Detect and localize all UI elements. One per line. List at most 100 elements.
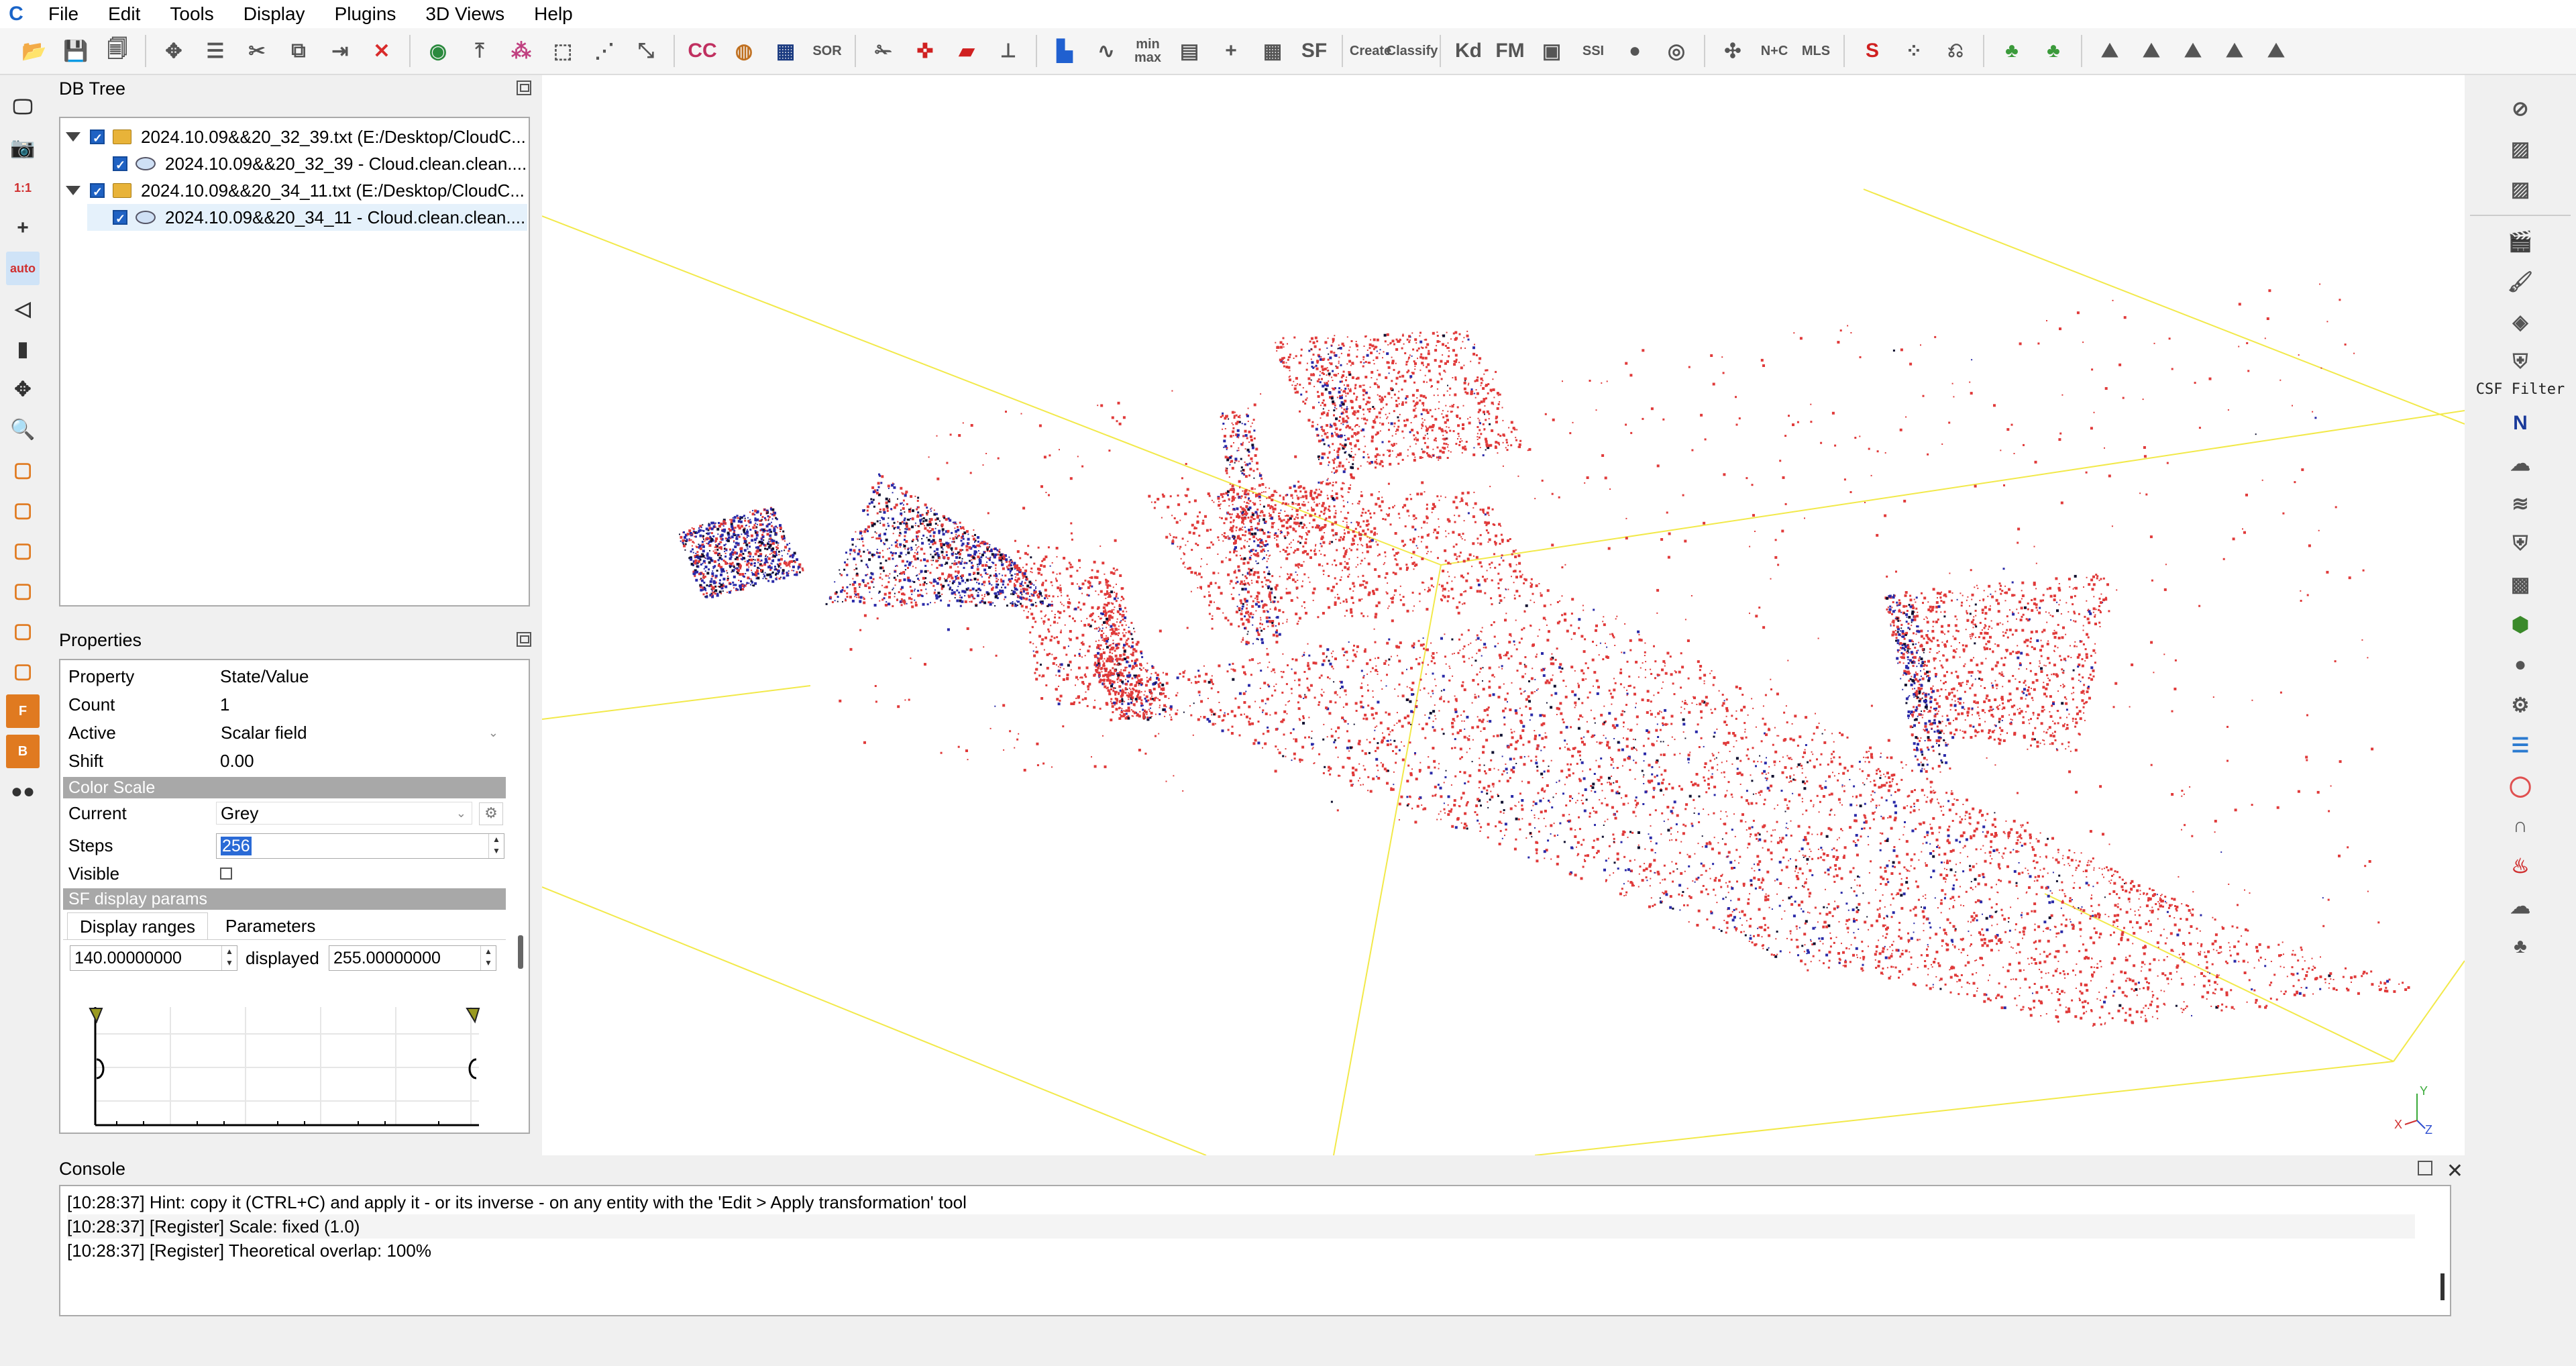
sample-icon[interactable]: ⬚ [546, 34, 580, 68]
properties-scrollbar[interactable] [518, 935, 523, 969]
menu-edit[interactable]: Edit [93, 0, 155, 28]
save-icon[interactable]: 💾 [59, 34, 93, 68]
mountain-5-icon[interactable]: ⛰ [2259, 34, 2293, 68]
merge-icon[interactable]: ⧉ [282, 34, 315, 68]
front-iso-icon[interactable]: F [6, 694, 40, 728]
light-icon[interactable]: ▮ [6, 332, 40, 366]
spin-arrows-icon[interactable]: ▲ ▼ [480, 946, 496, 970]
tab-parameters[interactable]: Parameters [213, 912, 327, 939]
spin-arrows-icon[interactable]: ▲ ▼ [488, 834, 504, 858]
menu-tools[interactable]: Tools [155, 0, 228, 28]
open-icon[interactable]: 📂 [17, 34, 51, 68]
histogram-chart[interactable] [63, 980, 506, 1132]
visibility-checkbox[interactable] [113, 205, 127, 232]
mountain-4-icon[interactable]: ⛰ [2218, 34, 2251, 68]
expand-arrow-icon[interactable] [66, 186, 80, 195]
view-top-icon[interactable]: ▢ [6, 453, 40, 486]
view-right-icon[interactable]: ▢ [6, 614, 40, 647]
visible-checkbox[interactable] [220, 868, 232, 880]
save-all-icon[interactable]: 🗐 [101, 34, 134, 68]
rgb-icon[interactable]: ◉ [421, 34, 455, 68]
point-cloud-canvas[interactable]: Y X Z [542, 75, 2465, 1155]
3d-viewer[interactable]: Y X Z [542, 75, 2465, 1155]
globe-icon[interactable]: ◎ [1660, 34, 1693, 68]
normals-icon[interactable]: ⤒ [463, 34, 496, 68]
fullscreen-icon[interactable]: 🖵 [6, 91, 40, 124]
scissors-icon[interactable]: ✁ [867, 34, 900, 68]
export-icon[interactable]: ⇥ [323, 34, 357, 68]
facets-icon[interactable]: ▣ [1535, 34, 1568, 68]
mountain-1-icon[interactable]: ⛰ [2093, 34, 2127, 68]
checker-icon[interactable]: ▦ [769, 34, 802, 68]
add-icon[interactable]: + [1214, 34, 1248, 68]
menu-plugins[interactable]: Plugins [320, 0, 411, 28]
camera-icon[interactable]: 📷 [6, 131, 40, 164]
puzzle-icon[interactable]: ✣ [1716, 34, 1750, 68]
back-iso-icon[interactable]: B [6, 735, 40, 768]
mountain-2-icon[interactable]: ⛰ [2135, 34, 2168, 68]
calculator-icon[interactable]: ▦ [1256, 34, 1289, 68]
range-min-spinbox[interactable]: 140.00000000 ▲ ▼ [70, 945, 237, 971]
menu-3d-views[interactable]: 3D Views [411, 0, 519, 28]
wrap-icon[interactable]: ⎌ [1939, 34, 1972, 68]
menu-display[interactable]: Display [229, 0, 320, 28]
sf-icon[interactable]: SF [1297, 34, 1331, 68]
visibility-checkbox[interactable] [90, 125, 105, 152]
view-left-icon[interactable]: ▢ [6, 533, 40, 567]
view-front-icon[interactable]: ▢ [6, 493, 40, 527]
spin-arrows-icon[interactable]: ▲ ▼ [221, 946, 237, 970]
color-scale-select[interactable]: Grey ⌄ [216, 802, 472, 825]
db-tree[interactable]: 2024.10.09&&20_32_39.txt (E:/Desktop/Clo… [59, 117, 530, 607]
menu-help[interactable]: Help [519, 0, 588, 28]
move-icon[interactable]: ✥ [6, 372, 40, 406]
curve-icon[interactable]: ∿ [1089, 34, 1123, 68]
float-panel-icon[interactable] [517, 81, 531, 95]
stereo-icon[interactable]: ●● [6, 775, 40, 808]
tab-display-ranges[interactable]: Display ranges [67, 912, 208, 940]
range-max-spinbox[interactable]: 255.00000000 ▲ ▼ [329, 945, 496, 971]
delete-icon[interactable]: ✕ [365, 34, 398, 68]
pivot-icon[interactable]: + [6, 211, 40, 245]
tree-item-cloud[interactable]: 2024.10.09&&20_34_11 - Cloud.clean.clean… [87, 204, 527, 232]
fm-icon[interactable]: FM [1493, 34, 1527, 68]
tree-item-file[interactable]: 2024.10.09&&20_34_11.txt (E:/Desktop/Clo… [66, 177, 527, 205]
auto-pivot-icon[interactable]: auto [6, 252, 40, 285]
gear-icon[interactable]: ⚙ [479, 802, 503, 825]
menu-file[interactable]: File [34, 0, 93, 28]
canupo-classify-icon[interactable]: Classify [1387, 34, 1438, 68]
expand-arrow-icon[interactable] [66, 132, 80, 142]
sor-icon[interactable]: SOR [810, 34, 844, 68]
scatter-icon[interactable]: ⁘ [1897, 34, 1931, 68]
histogram-icon[interactable]: ▙ [1048, 34, 1081, 68]
register-icon[interactable]: ⤡ [629, 34, 663, 68]
range-min-handle[interactable] [89, 1008, 103, 1024]
plane-icon[interactable]: ▰ [950, 34, 983, 68]
visibility-checkbox[interactable] [90, 178, 105, 205]
subsample-icon[interactable]: ⋰ [588, 34, 621, 68]
ssi-icon[interactable]: SSI [1576, 34, 1610, 68]
visibility-checkbox[interactable] [113, 152, 127, 178]
float-panel-icon[interactable] [517, 632, 531, 647]
transform-icon[interactable]: ✥ [157, 34, 191, 68]
mls-icon[interactable]: MLS [1799, 34, 1833, 68]
zoom-icon[interactable]: 🔍 [6, 413, 40, 446]
zoom-1to1-icon[interactable]: 1:1 [6, 171, 40, 205]
cc-icon[interactable]: CC [686, 34, 719, 68]
steps-spinbox[interactable]: 256 ▲ ▼ [216, 833, 504, 859]
sphere-icon[interactable]: ● [1618, 34, 1652, 68]
segment-icon[interactable]: ✂ [240, 34, 274, 68]
active-sf-select[interactable]: Scalar field ⌄ [216, 721, 504, 744]
crosshair-icon[interactable]: ✜ [908, 34, 942, 68]
minmax-icon[interactable]: min max [1131, 34, 1165, 68]
range-max-handle[interactable] [466, 1008, 480, 1024]
mountain-3-icon[interactable]: ⛰ [2176, 34, 2210, 68]
fill-icon[interactable]: ◍ [727, 34, 761, 68]
tree-create-icon[interactable]: ♣ [1995, 34, 2029, 68]
list-icon[interactable]: ☰ [199, 34, 232, 68]
axes-icon[interactable]: ⟂ [991, 34, 1025, 68]
calc-sf-icon[interactable]: ▤ [1173, 34, 1206, 68]
tree-item-cloud[interactable]: 2024.10.09&&20_32_39 - Cloud.clean.clean… [87, 150, 527, 178]
cut-icon[interactable]: S [1856, 34, 1889, 68]
perspective-icon[interactable]: ◁ [6, 292, 40, 325]
view-bottom-icon[interactable]: ▢ [6, 654, 40, 688]
